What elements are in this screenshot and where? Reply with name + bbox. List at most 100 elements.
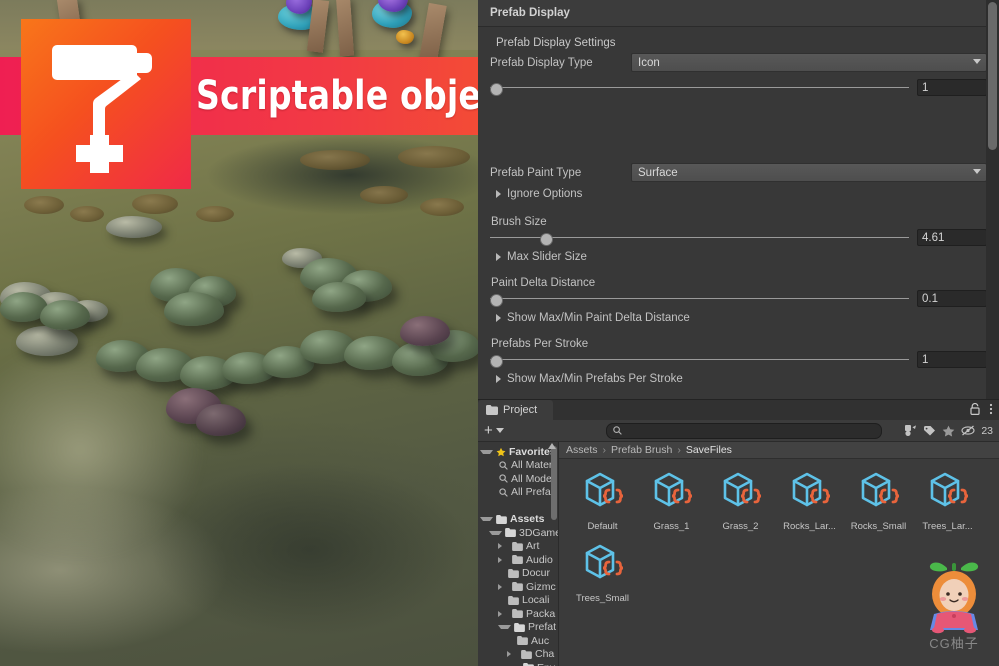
thumbnail-size-icon[interactable] — [961, 425, 975, 436]
kebab-menu-icon[interactable] — [989, 403, 993, 415]
chevron-right-icon[interactable] — [498, 556, 509, 563]
paint-delta-distance-knob[interactable] — [490, 293, 503, 307]
chevron-down-icon[interactable] — [489, 530, 502, 535]
tree-item-3dgame[interactable]: 3DGame — [480, 526, 558, 540]
asset-item[interactable]: Trees_Lar... — [913, 468, 982, 532]
tree-item-auc[interactable]: Auc — [480, 634, 558, 648]
brush-size-label: Brush Size — [491, 216, 547, 228]
show-maxmin-paint-delta-label: Show Max/Min Paint Delta Distance — [507, 312, 690, 324]
project-folder-tree[interactable]: Favorites All Mater All Mode All Prefa Asset… — [478, 442, 559, 666]
hidden-slider-value-field[interactable]: 1 — [917, 79, 987, 96]
prefab-display-type-value: Icon — [638, 56, 660, 69]
search-input[interactable] — [605, 422, 882, 439]
tree-item-all-mode[interactable]: All Mode — [480, 472, 558, 486]
scriptable-object-icon — [792, 472, 830, 507]
asset-item[interactable]: Trees_Small — [568, 540, 637, 604]
show-maxmin-paint-delta-foldout[interactable]: Show Max/Min Paint Delta Distance — [490, 309, 987, 327]
folder-icon — [505, 528, 516, 538]
tree-item-cha[interactable]: Cha — [480, 648, 558, 662]
breadcrumb-item[interactable]: Assets — [566, 444, 598, 456]
asset-item[interactable]: Default — [568, 468, 637, 532]
paint-delta-distance-track[interactable] — [490, 292, 909, 307]
hidden-slider-track[interactable] — [490, 81, 909, 96]
prefab-display-settings-label: Prefab Display Settings — [496, 37, 616, 49]
folder-icon — [514, 622, 525, 632]
hidden-slider-knob[interactable] — [490, 82, 503, 96]
lock-icon[interactable] — [970, 403, 980, 415]
paint-delta-distance-slider-row[interactable]: 0.1 — [490, 290, 987, 307]
show-maxmin-prefabs-per-stroke-label: Show Max/Min Prefabs Per Stroke — [507, 373, 683, 385]
tree-item-label: Env — [537, 662, 555, 666]
max-slider-size-foldout[interactable]: Max Slider Size — [490, 248, 987, 266]
tab-project[interactable]: Project — [478, 400, 554, 420]
brush-size-track[interactable] — [490, 231, 909, 246]
paint-delta-distance-value-field[interactable]: 0.1 — [917, 290, 987, 307]
ignore-options-foldout[interactable]: Ignore Options — [490, 185, 987, 203]
chevron-down-icon[interactable] — [480, 517, 493, 522]
tree-item-docur[interactable]: Docur — [480, 567, 558, 581]
folder-icon — [521, 649, 532, 659]
asset-item[interactable]: Rocks_Lar... — [775, 468, 844, 532]
tree-item-prefat[interactable]: Prefat — [480, 621, 558, 635]
chevron-right-icon[interactable] — [498, 610, 509, 617]
prefab-paint-type-row[interactable]: Prefab Paint Type Surface — [490, 163, 987, 182]
inspector-body: Prefab Display Settings Prefab Display T… — [478, 27, 999, 388]
asset-item[interactable]: Grass_2 — [706, 468, 775, 532]
orange-character-mascot-icon — [929, 562, 979, 634]
tree-item-locali[interactable]: Locali — [480, 594, 558, 608]
tree-item-gizmc[interactable]: Gizmc — [480, 580, 558, 594]
chevron-down-icon[interactable] — [480, 449, 493, 454]
tree-item-assets[interactable]: Assets — [480, 513, 558, 527]
brush-size-slider-row[interactable]: 4.61 — [490, 229, 987, 246]
hidden-icon-size-slider-row[interactable]: 1 — [490, 79, 987, 96]
tree-item-all-prefa[interactable]: All Prefa — [480, 486, 558, 500]
asset-item[interactable]: Grass_1 — [637, 468, 706, 532]
project-panel[interactable]: Project + 23 Favorites All Mater All Mod… — [478, 399, 999, 666]
search-icon — [499, 474, 508, 484]
favorite-star-icon[interactable] — [942, 425, 955, 437]
search-icon — [499, 488, 508, 497]
chevron-down-icon[interactable] — [498, 625, 511, 630]
tree-item-all-mater[interactable]: All Mater — [480, 459, 558, 473]
tree-item-env[interactable]: Env — [480, 661, 558, 666]
tree-item-art[interactable]: Art — [480, 540, 558, 554]
show-maxmin-prefabs-per-stroke-foldout[interactable]: Show Max/Min Prefabs Per Stroke — [490, 370, 987, 388]
inspector-panel[interactable]: Prefab Display Prefab Display Settings P… — [478, 0, 999, 399]
search-icon — [499, 461, 508, 470]
brush-size-value-field[interactable]: 4.61 — [917, 229, 987, 246]
scriptable-object-icon — [585, 472, 623, 507]
prefabs-per-stroke-track[interactable] — [490, 353, 909, 368]
project-tree-scrollbar-thumb[interactable] — [551, 446, 557, 520]
breadcrumb-item[interactable]: SaveFiles — [686, 444, 732, 456]
filter-by-type-icon[interactable] — [904, 424, 917, 437]
scriptable-object-icon — [654, 472, 692, 507]
search-icon — [499, 474, 508, 484]
prefabs-per-stroke-value-field[interactable]: 1 — [917, 351, 987, 368]
tree-item-label: Packa — [526, 607, 556, 620]
scene-grass-tuft — [24, 196, 64, 214]
paint-roller-icon — [52, 45, 152, 173]
inspector-scrollbar-track[interactable] — [986, 0, 999, 399]
brush-size-knob[interactable] — [540, 232, 554, 246]
create-asset-button[interactable]: + — [484, 422, 504, 439]
tree-item-favorites[interactable]: Favorites — [480, 445, 558, 459]
prefab-display-type-row[interactable]: Prefab Display Type Icon — [490, 53, 987, 72]
chevron-right-icon[interactable] — [498, 583, 509, 590]
asset-item-label: Trees_Small — [576, 593, 629, 604]
project-asset-grid-pane[interactable]: Assets › Prefab Brush › SaveFiles Default Gra… — [559, 442, 999, 666]
prefab-display-type-dropdown[interactable]: Icon — [631, 53, 987, 72]
tree-item-packa[interactable]: Packa — [480, 607, 558, 621]
inspector-scrollbar-thumb[interactable] — [988, 2, 997, 150]
tree-item-audio[interactable]: Audio — [480, 553, 558, 567]
chevron-right-icon[interactable] — [498, 543, 509, 550]
folder-icon — [512, 609, 523, 619]
scroll-up-arrow-icon[interactable] — [548, 443, 556, 449]
asset-item[interactable]: Rocks_Small — [844, 468, 913, 532]
prefabs-per-stroke-knob[interactable] — [490, 354, 503, 368]
scriptable-object-icon — [788, 468, 832, 517]
breadcrumb-item[interactable]: Prefab Brush — [611, 444, 672, 456]
prefabs-per-stroke-slider-row[interactable]: 1 — [490, 351, 987, 368]
filter-by-label-icon[interactable] — [923, 425, 936, 436]
chevron-right-icon[interactable] — [507, 651, 518, 658]
prefab-paint-type-dropdown[interactable]: Surface — [631, 163, 987, 182]
